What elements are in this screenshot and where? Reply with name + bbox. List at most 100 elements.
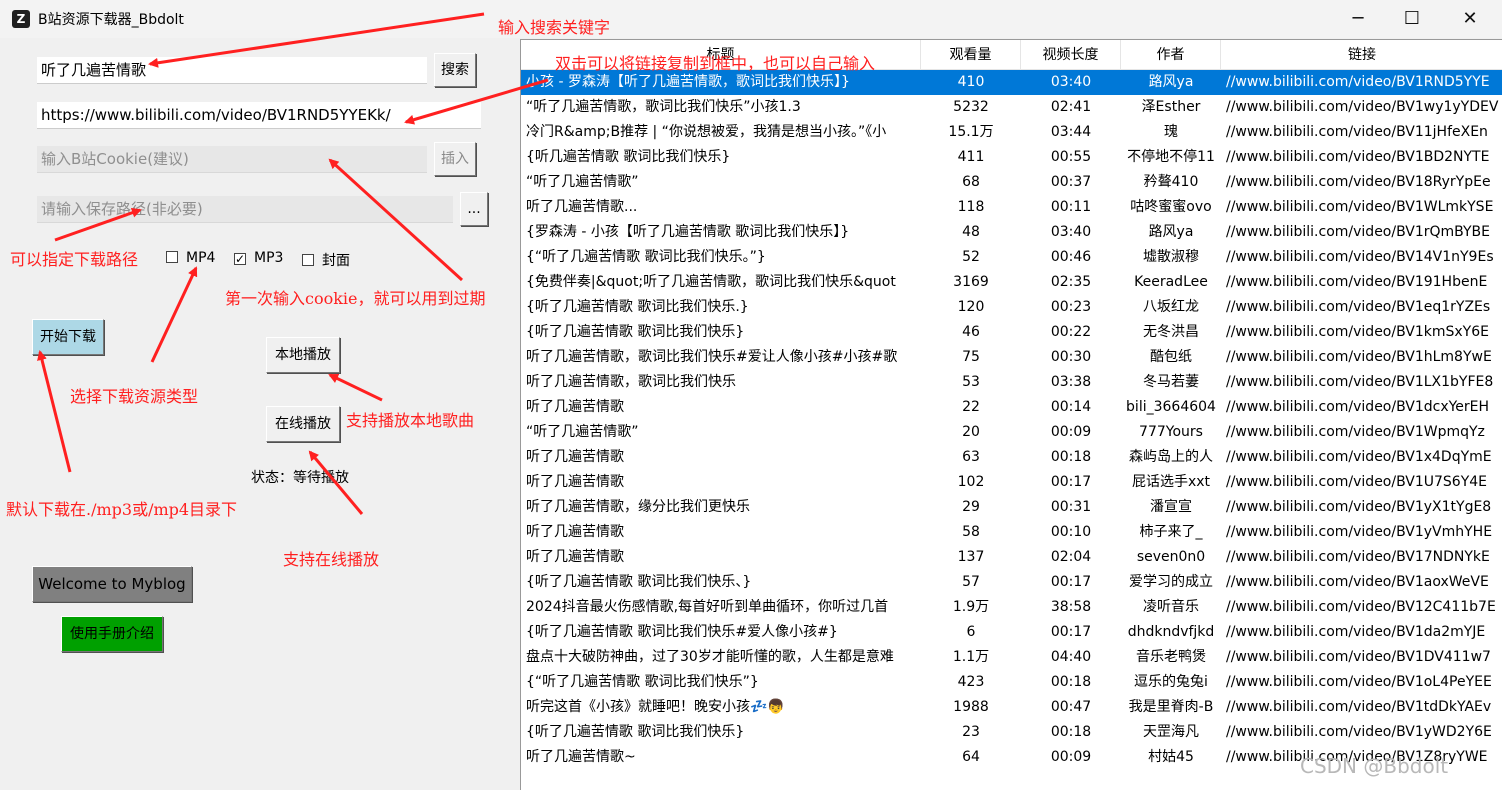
cell-duration: 03:38: [1050, 374, 1092, 390]
minimize-button[interactable]: ─: [1330, 0, 1386, 38]
header-duration[interactable]: 视频长度: [1021, 40, 1121, 70]
manual-button[interactable]: 使用手册介绍: [61, 616, 163, 652]
cell-views: 57: [962, 574, 980, 590]
cell-views: 118: [957, 199, 985, 215]
cell-author: 墟散淑穆: [1143, 249, 1199, 265]
cell-link: //www.bilibili.com/video/BV1yX1tYgE8: [1226, 499, 1492, 515]
cell-duration: 03:40: [1050, 224, 1092, 240]
table-row[interactable]: {听几遍苦情歌 歌词比我们快乐} 411 00:55 不停地不停11 //www.bil…: [521, 145, 1502, 170]
cell-author: 屁话选手xxt: [1131, 474, 1211, 490]
header-link[interactable]: 链接: [1221, 40, 1502, 70]
table-row[interactable]: 听了几遍苦情歌... 118 00:11 咕咚蜜蜜ovo //www.bilibili.…: [521, 195, 1502, 220]
cell-duration: 00:09: [1050, 424, 1092, 440]
table-row[interactable]: 听了几遍苦情歌 63 00:18 森屿岛上的人 //www.bilibili.com/v…: [521, 445, 1502, 470]
cell-author: 村姑45: [1148, 749, 1194, 765]
mp4-checkbox-box[interactable]: [166, 251, 178, 263]
welcome-blog-button[interactable]: Welcome to Myblog: [32, 566, 192, 602]
cover-checkbox-box[interactable]: [302, 254, 314, 266]
cell-views: 1.1万: [952, 649, 990, 665]
cell-title: 听了几遍苦情歌，缘分比我们更快乐: [526, 499, 750, 515]
cell-duration: 02:35: [1050, 274, 1092, 290]
table-row[interactable]: 听了几遍苦情歌，歌词比我们快乐#爱让人像小孩#小孩#歌 75 00:30 酷包纸 //w…: [521, 345, 1502, 370]
cell-duration: 00:55: [1050, 149, 1092, 165]
cell-views: 20: [962, 424, 980, 440]
cell-link: //www.bilibili.com/video/BV1aoxWeVE: [1226, 574, 1489, 590]
table-row[interactable]: 听了几遍苦情歌，缘分比我们更快乐 29 00:31 潘宣宣 //www.bilibili…: [521, 495, 1502, 520]
cell-views: 5232: [953, 99, 989, 115]
table-row[interactable]: {听了几遍苦情歌 歌词比我们快乐} 23 00:18 天罡海凡 //www.bilibi…: [521, 720, 1502, 745]
header-author[interactable]: 作者: [1121, 40, 1221, 70]
cell-author: 无冬洪昌: [1143, 324, 1199, 340]
mp4-label: MP4: [186, 250, 216, 266]
annotation-double-click: 双击可以将链接复制到框中，也可以自己输入: [555, 54, 876, 73]
mp3-checkbox[interactable]: ✓ MP3: [234, 250, 283, 266]
cell-author: seven0n0: [1136, 549, 1206, 565]
title-bar[interactable]: Z B站资源下载器_Bbdolt ─ ☐ ✕: [0, 0, 1502, 38]
annotation-type: 选择下载资源类型: [70, 387, 199, 406]
arrow-type: [150, 266, 198, 363]
cell-author: 路风ya: [1148, 74, 1194, 90]
cell-link: //www.bilibili.com/video/BV1hLm8YwE: [1226, 349, 1492, 365]
cell-author: 森屿岛上的人: [1129, 449, 1213, 465]
local-play-button[interactable]: 本地播放: [266, 337, 340, 373]
cover-checkbox[interactable]: 封面: [302, 250, 350, 270]
table-row[interactable]: 听了几遍苦情歌 58 00:10 柿子来了_ //www.bilibili.com/vi…: [521, 520, 1502, 545]
cell-duration: 00:17: [1050, 624, 1092, 640]
mp3-label: MP3: [254, 250, 284, 266]
maximize-button[interactable]: ☐: [1384, 0, 1440, 38]
table-row[interactable]: {“听了几遍苦情歌 歌词比我们快乐。”} 52 00:46 墟散淑穆 //www.bil…: [521, 245, 1502, 270]
search-input[interactable]: 听了几遍苦情歌: [37, 57, 427, 84]
cell-title: {听了几遍苦情歌 歌词比我们快乐、}: [526, 574, 752, 590]
cell-title: 2024抖音最火伤感情歌,每首好听到单曲循环，你听过几首: [526, 599, 889, 615]
table-row[interactable]: 2024抖音最火伤感情歌,每首好听到单曲循环，你听过几首 1.9万 38:58 凌听音…: [521, 595, 1502, 620]
window-title: B站资源下载器_Bbdolt: [38, 12, 184, 28]
table-row[interactable]: {听了几遍苦情歌 歌词比我们快乐#爱人像小孩#} 6 00:17 dhdkndvfjk…: [521, 620, 1502, 645]
cell-link: //www.bilibili.com/video/BV1LX1bYFE8: [1226, 374, 1494, 390]
table-row[interactable]: 盘点十大破防神曲，过了30岁才能听懂的歌，人生都是意难 1.1万 04:40 音乐老鸭…: [521, 645, 1502, 670]
start-download-button[interactable]: 开始下载: [32, 319, 104, 355]
table-row[interactable]: “听了几遍苦情歌” 20 00:09 777Yours //www.bilibili.c…: [521, 420, 1502, 445]
cookie-input[interactable]: 输入B站Cookie(建议): [37, 146, 427, 173]
cell-title: 听了几遍苦情歌: [526, 524, 624, 540]
table-row[interactable]: {“听了几遍苦情歌 歌词比我们快乐”} 423 00:18 逗乐的兔兔i //www.b…: [521, 670, 1502, 695]
status-label: 状态：等待播放: [251, 470, 349, 486]
mp4-checkbox[interactable]: MP4: [166, 250, 215, 266]
cell-author: 潘宣宣: [1150, 499, 1192, 515]
link-input[interactable]: https://www.bilibili.com/video/BV1RND5YY…: [37, 102, 481, 129]
cell-title: 听完这首《小孩》就睡吧！晚安小孩💤👦: [526, 699, 785, 715]
cell-views: 15.1万: [948, 124, 994, 140]
app-logo-icon: Z: [12, 10, 30, 28]
cell-duration: 03:44: [1050, 124, 1092, 140]
header-views[interactable]: 观看量: [921, 40, 1021, 70]
table-row[interactable]: {听了几遍苦情歌 歌词比我们快乐} 46 00:22 无冬洪昌 //www.bilibi…: [521, 320, 1502, 345]
table-row[interactable]: 听了几遍苦情歌 22 00:14 bili_3664604 //www.bilibili…: [521, 395, 1502, 420]
table-row[interactable]: {免费伴奏|&quot;听了几遍苦情歌，歌词比我们快乐&quot 3169 02:3…: [521, 270, 1502, 295]
cell-title: 听了几遍苦情歌: [526, 449, 624, 465]
table-row[interactable]: {罗森涛 - 小孩【听了几遍苦情歌 歌词比我们快乐】} 48 03:40 路风ya //…: [521, 220, 1502, 245]
cell-duration: 00:18: [1050, 674, 1092, 690]
table-row[interactable]: 冷门R&amp;B推荐 | “你说想被爱，我猜是想当小孩。”《小 15.1万 03:…: [521, 120, 1502, 145]
cover-label: 封面: [322, 253, 350, 269]
table-row[interactable]: 听了几遍苦情歌，歌词比我们快乐 53 03:38 冬马若萋 //www.bilibili…: [521, 370, 1502, 395]
save-path-input[interactable]: 请输入保存路径(非必要): [37, 196, 453, 223]
annotation-cookie: 第一次输入cookie，就可以用到过期: [225, 289, 486, 308]
cell-duration: 00:22: [1050, 324, 1092, 340]
cell-link: //www.bilibili.com/video/BV1dcxYerEH: [1226, 399, 1490, 415]
mp3-checkbox-box[interactable]: ✓: [234, 253, 246, 265]
table-row[interactable]: “听了几遍苦情歌，歌词比我们快乐”小孩1.3 5232 02:41 泽Esther //…: [521, 95, 1502, 120]
close-button[interactable]: ✕: [1442, 0, 1498, 38]
table-row[interactable]: 听了几遍苦情歌 137 02:04 seven0n0 //www.bilibili.co…: [521, 545, 1502, 570]
browse-path-button[interactable]: ...: [460, 192, 488, 226]
search-button[interactable]: 搜索: [434, 53, 476, 87]
table-row[interactable]: {听了几遍苦情歌 歌词比我们快乐、} 57 00:17 爱学习的成立 //www.bil…: [521, 570, 1502, 595]
table-row[interactable]: 听完这首《小孩》就睡吧！晚安小孩💤👦 1988 00:47 我是里脊肉-B //www.…: [521, 695, 1502, 720]
cell-views: 46: [962, 324, 980, 340]
annotation-search-keyword: 输入搜索关键字: [498, 18, 611, 37]
online-play-button[interactable]: 在线播放: [266, 406, 340, 442]
table-row[interactable]: “听了几遍苦情歌” 68 00:37 矜聱410 //www.bilibili.com/…: [521, 170, 1502, 195]
results-table[interactable]: 标题 观看量 视频长度 作者 链接 小孩 - 罗森涛【听了几遍苦情歌，歌词比我们…: [520, 39, 1502, 790]
table-row[interactable]: 听了几遍苦情歌 102 00:17 屁话选手xxt //www.bilibili.com…: [521, 470, 1502, 495]
table-row[interactable]: {听了几遍苦情歌 歌词比我们快乐.} 120 00:23 八坂红龙 //www.bili…: [521, 295, 1502, 320]
cell-views: 48: [962, 224, 980, 240]
insert-cookie-button[interactable]: 插入: [434, 142, 476, 176]
